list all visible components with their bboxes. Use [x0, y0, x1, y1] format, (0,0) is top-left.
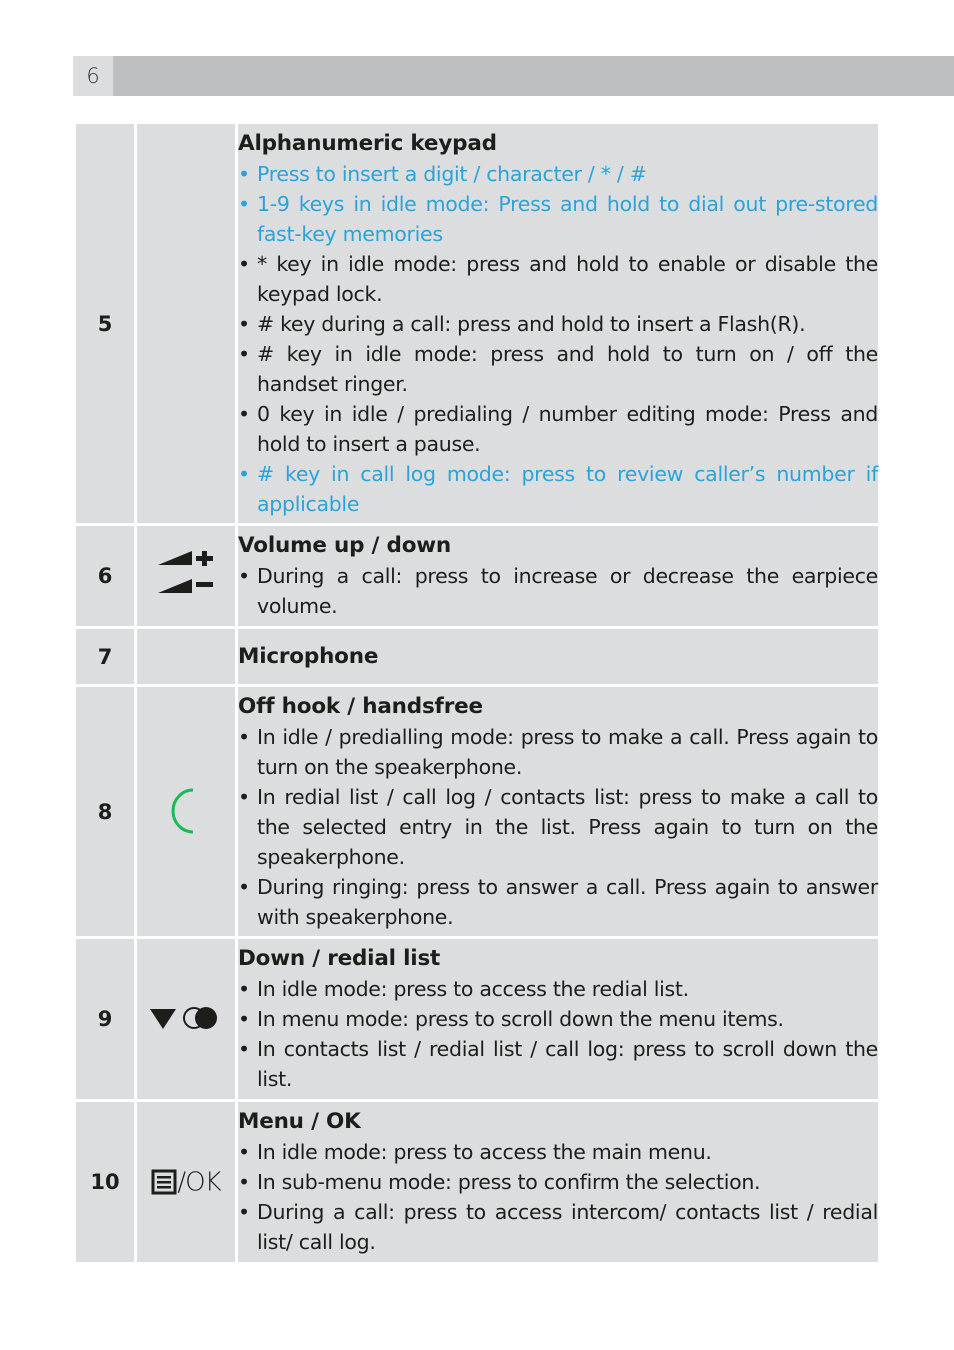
- key-description: Off hook / handsfree In idle / predialli…: [238, 687, 878, 936]
- key-icon-cell: [137, 526, 235, 626]
- menu-ok-icon: /OK: [151, 1167, 222, 1197]
- page-number: 6: [73, 56, 113, 96]
- key-number: 6: [76, 526, 134, 626]
- off-hook-icon: [171, 788, 201, 833]
- key-number: 5: [76, 124, 134, 523]
- list-item: In menu mode: press to scroll down the m…: [238, 1004, 878, 1034]
- key-icon-cell: [137, 629, 235, 684]
- list-item: # key during a call: press and hold to i…: [238, 309, 878, 339]
- list-item: During a call: press to access intercom/…: [238, 1197, 878, 1257]
- key-bullet-list: During a call: press to increase or decr…: [238, 561, 878, 621]
- list-item: 1-9 keys in idle mode: Press and hold to…: [238, 189, 878, 249]
- table-row: 10 /OK Menu / OK In idle mode: press to …: [76, 1102, 878, 1262]
- key-bullet-list: In idle mode: press to access the redial…: [238, 974, 878, 1094]
- key-description: Alphanumeric keypad Press to insert a di…: [238, 124, 878, 523]
- list-item: 0 key in idle / predialing / number edit…: [238, 399, 878, 459]
- key-icon-cell: [137, 687, 235, 936]
- key-title: Off hook / handsfree: [238, 693, 483, 719]
- table-row: 5 Alphanumeric keypad Press to insert a …: [76, 124, 878, 523]
- key-description: Menu / OK In idle mode: press to access …: [238, 1102, 878, 1262]
- list-item: In idle mode: press to access the main m…: [238, 1137, 878, 1167]
- key-title: Microphone: [238, 643, 379, 669]
- list-item: # key in idle mode: press and hold to tu…: [238, 339, 878, 399]
- key-description: Volume up / down During a call: press to…: [238, 526, 878, 626]
- list-item: In redial list / call log / contacts lis…: [238, 782, 878, 872]
- key-description: Down / redial list In idle mode: press t…: [238, 939, 878, 1099]
- key-description: Microphone: [238, 629, 878, 684]
- key-number: 7: [76, 629, 134, 684]
- list-item: # key in call log mode: press to review …: [238, 459, 878, 519]
- list-item: In idle / predialling mode: press to mak…: [238, 722, 878, 782]
- list-item: In idle mode: press to access the redial…: [238, 974, 878, 1004]
- table-row: 6 Volume up / down During a call: press …: [76, 526, 878, 626]
- key-icon-cell: [137, 124, 235, 523]
- table-row: 7 Microphone: [76, 629, 878, 684]
- table-row: 9 Down / redial list In idle mode: press…: [76, 939, 878, 1099]
- key-bullet-list: Press to insert a digit / character / * …: [238, 159, 878, 519]
- key-number: 10: [76, 1102, 134, 1262]
- key-icon-cell: [137, 939, 235, 1099]
- list-item: During a call: press to increase or decr…: [238, 561, 878, 621]
- list-item: Press to insert a digit / character / * …: [238, 159, 878, 189]
- page-header-bar: 6: [73, 56, 954, 96]
- key-bullet-list: In idle mode: press to access the main m…: [238, 1137, 878, 1257]
- key-title: Alphanumeric keypad: [238, 130, 497, 156]
- key-bullet-list: In idle / predialling mode: press to mak…: [238, 722, 878, 932]
- down-redial-icon: [148, 1007, 224, 1029]
- key-icon-cell: /OK: [137, 1102, 235, 1262]
- list-item: * key in idle mode: press and hold to en…: [238, 249, 878, 309]
- key-title: Menu / OK: [238, 1109, 361, 1134]
- key-title: Volume up / down: [238, 533, 452, 558]
- key-number: 9: [76, 939, 134, 1099]
- key-number: 8: [76, 687, 134, 936]
- volume-up-down-icon: [156, 551, 216, 593]
- list-item: In contacts list / redial list / call lo…: [238, 1034, 878, 1094]
- menu-ok-label: /OK: [177, 1167, 221, 1197]
- key-function-table: 5 Alphanumeric keypad Press to insert a …: [73, 121, 881, 1265]
- list-item: In sub-menu mode: press to confirm the s…: [238, 1167, 878, 1197]
- list-item: During ringing: press to answer a call. …: [238, 872, 878, 932]
- table-row: 8 Off hook / handsfree In idle / predial…: [76, 687, 878, 936]
- key-title: Down / redial list: [238, 946, 441, 971]
